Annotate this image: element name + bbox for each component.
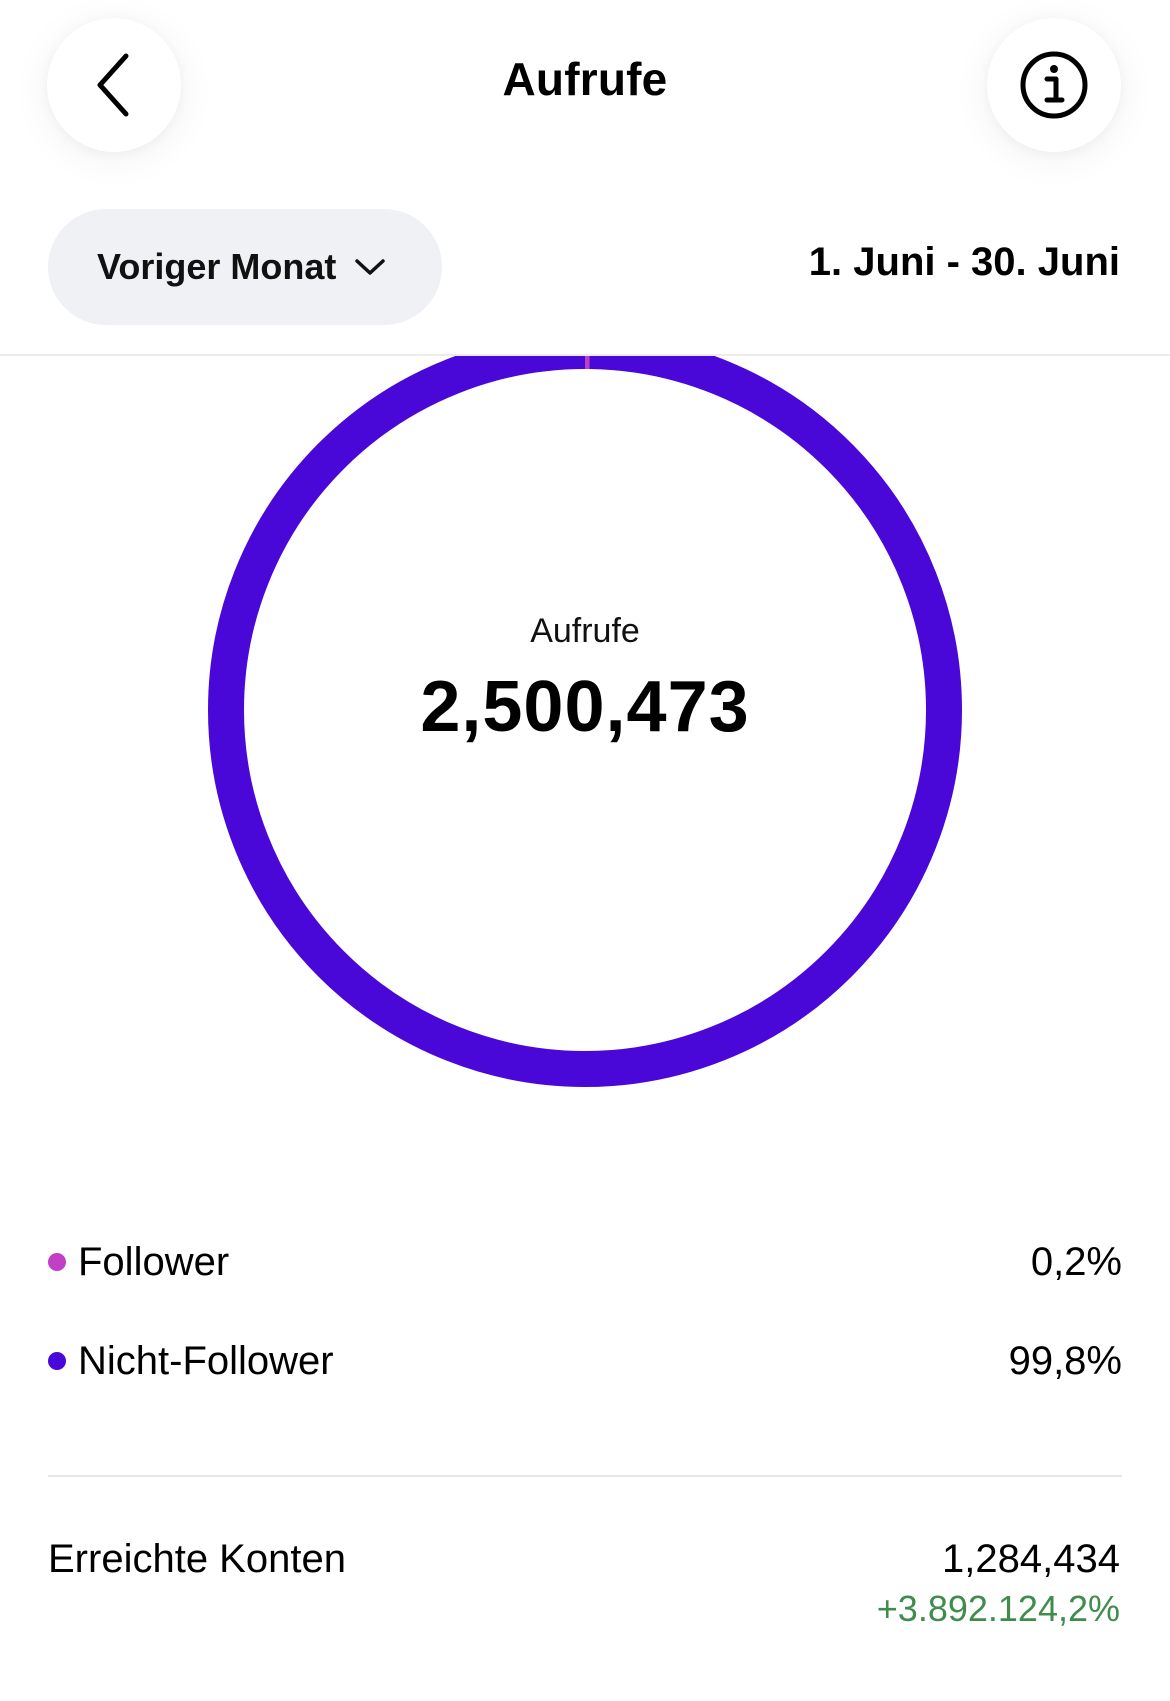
date-range: 1. Juni - 30. Juni [808,240,1120,284]
reach-label: Erreichte Konten [48,1537,346,1581]
period-dropdown[interactable]: Voriger Monat [48,209,442,325]
section-divider [48,1475,1122,1477]
reach-value: 1,284,434 [942,1537,1120,1581]
reach-change: +3.892.124,2% [876,1588,1120,1629]
chevron-down-icon [354,257,386,277]
legend-label: Nicht-Follower [78,1338,334,1383]
legend-row-follower: Follower 0,2% [48,1232,1122,1292]
insights-screen: Aufrufe Voriger Monat 1. Juni - 30. Juni… [0,0,1170,1701]
info-icon [1020,51,1088,119]
donut-label: Aufrufe [530,612,640,650]
non-follower-dot [48,1352,66,1370]
donut-svg [208,356,962,1087]
info-button[interactable] [987,18,1121,152]
follower-dot [48,1253,66,1271]
legend-value: 99,8% [1008,1338,1122,1383]
period-label: Voriger Monat [97,246,337,287]
legend-label: Follower [78,1239,230,1284]
donut-total: 2,500,473 [420,667,750,747]
legend-value: 0,2% [1030,1239,1122,1284]
legend-row-non-follower: Nicht-Follower 99,8% [48,1331,1122,1391]
views-donut-chart: Aufrufe 2,500,473 [0,356,1170,1156]
